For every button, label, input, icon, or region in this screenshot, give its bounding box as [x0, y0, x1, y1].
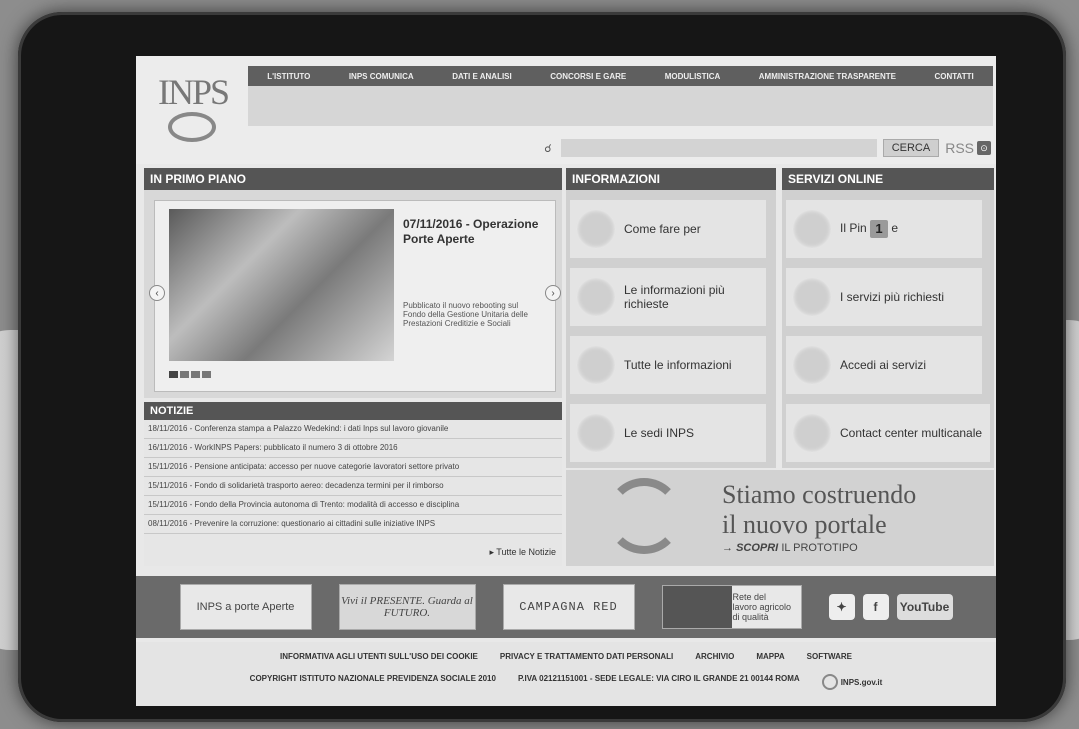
slider-dot[interactable]: [191, 371, 200, 378]
card-sedi-inps[interactable]: Le sedi INPS: [570, 404, 766, 462]
banner-strip: INPS a porte Aperte Vivi il PRESENTE. Gu…: [136, 576, 996, 638]
footer-links: INFORMATIVA AGLI UTENTI SULL'USO DEI COO…: [136, 652, 996, 661]
nuovo-portale-banner[interactable]: Stiamo costruendo il nuovo portale → SCO…: [566, 470, 994, 566]
slider-dot[interactable]: [169, 371, 178, 378]
inps-gov-link[interactable]: INPS.gov.it: [821, 674, 882, 690]
facebook-icon[interactable]: f: [862, 594, 889, 620]
card-circle-icon: [576, 345, 616, 385]
inps-logo-mark-icon: [168, 112, 216, 142]
card-informazioni-richieste[interactable]: Le informazioni più richieste: [570, 268, 766, 326]
twitter-icon[interactable]: ✦: [828, 594, 855, 620]
card-circle-icon: [792, 277, 832, 317]
footer-sede-legale: P.IVA 02121151001 - SEDE LEGALE: VIA CIR…: [517, 674, 800, 683]
footer-link-archivio[interactable]: ARCHIVIO: [695, 652, 734, 661]
inps-gov-icon: [821, 674, 838, 690]
header-band: [248, 86, 993, 126]
informazioni-heading: INFORMAZIONI: [566, 168, 776, 190]
footer-link-privacy[interactable]: PRIVACY E TRATTAMENTO DATI PERSONALI: [500, 652, 673, 661]
nav-modulistica[interactable]: MODULISTICA: [665, 72, 721, 81]
primo-piano-heading: IN PRIMO PIANO: [144, 168, 562, 190]
site-footer: INFORMATIVA AGLI UTENTI SULL'USO DEI COO…: [136, 642, 996, 706]
top-navigation: L'ISTITUTO INPS COMUNICA DATI E ANALISI …: [248, 66, 993, 86]
footer-link-mappa[interactable]: MAPPA: [756, 652, 784, 661]
search-icon: ☌: [544, 142, 552, 155]
notizie-heading: NOTIZIE: [144, 402, 562, 420]
nav-inps-comunica[interactable]: INPS COMUNICA: [349, 72, 414, 81]
card-pin[interactable]: Il Pin 1 e: [786, 200, 982, 258]
news-item[interactable]: 08/11/2016 - Prevenire la corruzione: qu…: [144, 515, 562, 534]
youtube-icon[interactable]: YouTube: [896, 594, 953, 620]
card-contact-center[interactable]: Contact center multicanale: [786, 404, 990, 462]
bottom-cards: Le sedi INPS Contact center multicanale: [566, 400, 994, 466]
rss-link[interactable]: RSS ⊙: [945, 140, 991, 156]
slider-dots: [169, 371, 211, 378]
notizie-section: NOTIZIE 18/11/2016 - Conferenza stampa a…: [144, 402, 562, 566]
tablet-frame: INPS L'ISTITUTO INPS COMUNICA DATI E ANA…: [18, 12, 1066, 722]
scopri-prototipo-link[interactable]: → SCOPRI IL PROTOTIPO: [722, 542, 858, 554]
portale-title: Stiamo costruendo il nuovo portale: [722, 480, 917, 539]
card-circle-icon: [792, 345, 832, 385]
inps-homepage: INPS L'ISTITUTO INPS COMUNICA DATI E ANA…: [136, 56, 996, 706]
news-item[interactable]: 16/11/2016 - WorkINPS Papers: pubblicato…: [144, 439, 562, 458]
card-come-fare-per[interactable]: Come fare per: [570, 200, 766, 258]
nav-contatti[interactable]: CONTATTI: [934, 72, 973, 81]
card-circle-icon: [576, 209, 616, 249]
news-item[interactable]: 15/11/2016 - Fondo della Provincia auton…: [144, 496, 562, 515]
nav-concorsi-gare[interactable]: CONCORSI E GARE: [550, 72, 626, 81]
nav-istituto[interactable]: L'ISTITUTO: [267, 72, 310, 81]
news-item[interactable]: 15/11/2016 - Pensione anticipata: access…: [144, 458, 562, 477]
banner-presente-futuro[interactable]: Vivi il PRESENTE. Guarda al FUTURO.: [338, 584, 476, 630]
card-servizi-richiesti[interactable]: I servizi più richiesti: [786, 268, 982, 326]
banner-porte-aperte[interactable]: INPS a porte Aperte: [179, 584, 312, 630]
main-content: IN PRIMO PIANO 07/11/2016 - Operazione P…: [144, 168, 994, 566]
nav-dati-analisi[interactable]: DATI E ANALISI: [452, 72, 512, 81]
slide-title[interactable]: 07/11/2016 - Operazione Porte Aperte: [403, 217, 548, 247]
step-badge: 1: [870, 220, 889, 238]
news-item[interactable]: 15/11/2016 - Fondo di solidarietà traspo…: [144, 477, 562, 496]
slider-prev-icon[interactable]: ‹: [149, 285, 165, 301]
rss-icon: ⊙: [977, 141, 991, 155]
primo-piano-section: IN PRIMO PIANO 07/11/2016 - Operazione P…: [144, 168, 562, 398]
banner-rete-lavoro-agricolo[interactable]: Rete del lavoro agricolo di qualità: [661, 585, 802, 629]
search-button[interactable]: CERCA: [882, 139, 940, 157]
card-circle-icon: [792, 209, 832, 249]
slide-image[interactable]: [169, 209, 394, 361]
news-item[interactable]: 18/11/2016 - Conferenza stampa a Palazzo…: [144, 420, 562, 439]
card-tutte-informazioni[interactable]: Tutte le informazioni: [570, 336, 766, 394]
servizi-heading: SERVIZI ONLINE: [782, 168, 994, 190]
slider-dot[interactable]: [180, 371, 189, 378]
search-input[interactable]: [561, 139, 877, 157]
all-news-link[interactable]: ▸ Tutte le Notizie: [489, 547, 556, 558]
card-circle-icon: [792, 413, 832, 453]
footer-link-cookie[interactable]: INFORMATIVA AGLI UTENTI SULL'USO DEI COO…: [280, 652, 478, 661]
news-slider: 07/11/2016 - Operazione Porte Aperte Pub…: [149, 200, 561, 392]
social-links: ✦ f YouTube: [828, 594, 953, 620]
card-circle-icon: [576, 413, 616, 453]
search-bar: ☌ CERCA RSS ⊙: [541, 138, 991, 158]
nav-amministrazione-trasparente[interactable]: AMMINISTRAZIONE TRASPARENTE: [759, 72, 896, 81]
footer-legal: COPYRIGHT ISTITUTO NAZIONALE PREVIDENZA …: [136, 674, 996, 690]
footer-link-software[interactable]: SOFTWARE: [807, 652, 852, 661]
card-accedi-servizi[interactable]: Accedi ai servizi: [786, 336, 982, 394]
slider-dot[interactable]: [202, 371, 211, 378]
banner-campagna-red[interactable]: CAMPAGNA RED: [502, 584, 635, 630]
inps-logo[interactable]: INPS: [158, 74, 230, 142]
site-header: INPS L'ISTITUTO INPS COMUNICA DATI E ANA…: [136, 56, 996, 164]
slide-description: Pubblicato il nuovo rebooting sul Fondo …: [403, 301, 528, 328]
refresh-arrows-icon: [606, 478, 682, 554]
footer-copyright: COPYRIGHT ISTITUTO NAZIONALE PREVIDENZA …: [249, 674, 496, 683]
slider-next-icon[interactable]: ›: [545, 285, 561, 301]
card-circle-icon: [576, 277, 616, 317]
